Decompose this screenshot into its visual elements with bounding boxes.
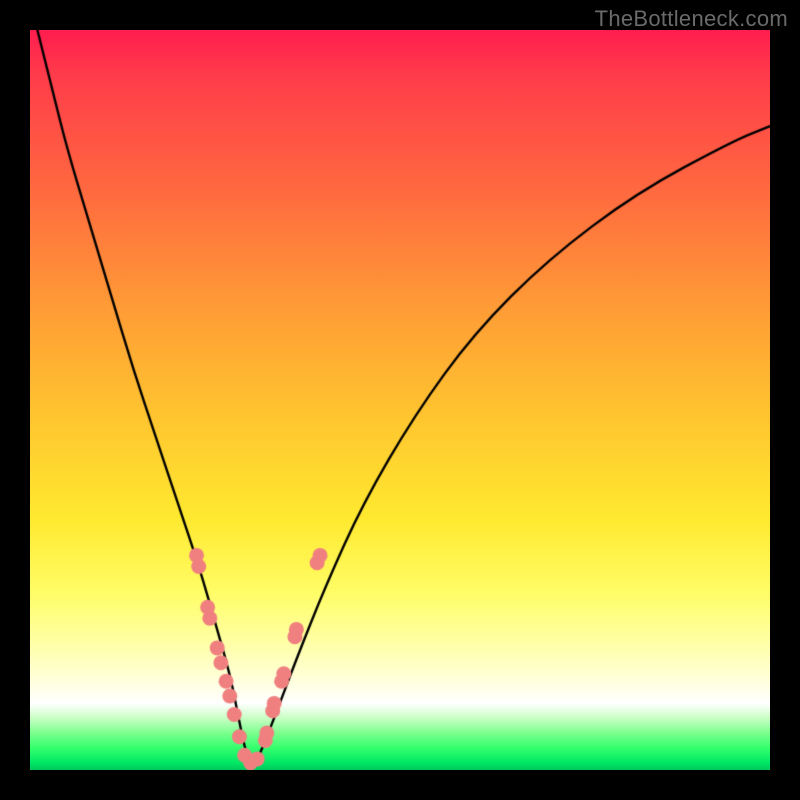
plot-area bbox=[30, 30, 770, 770]
curve-canvas bbox=[30, 30, 770, 770]
chart-frame: TheBottleneck.com bbox=[0, 0, 800, 800]
watermark-text: TheBottleneck.com bbox=[595, 6, 788, 32]
